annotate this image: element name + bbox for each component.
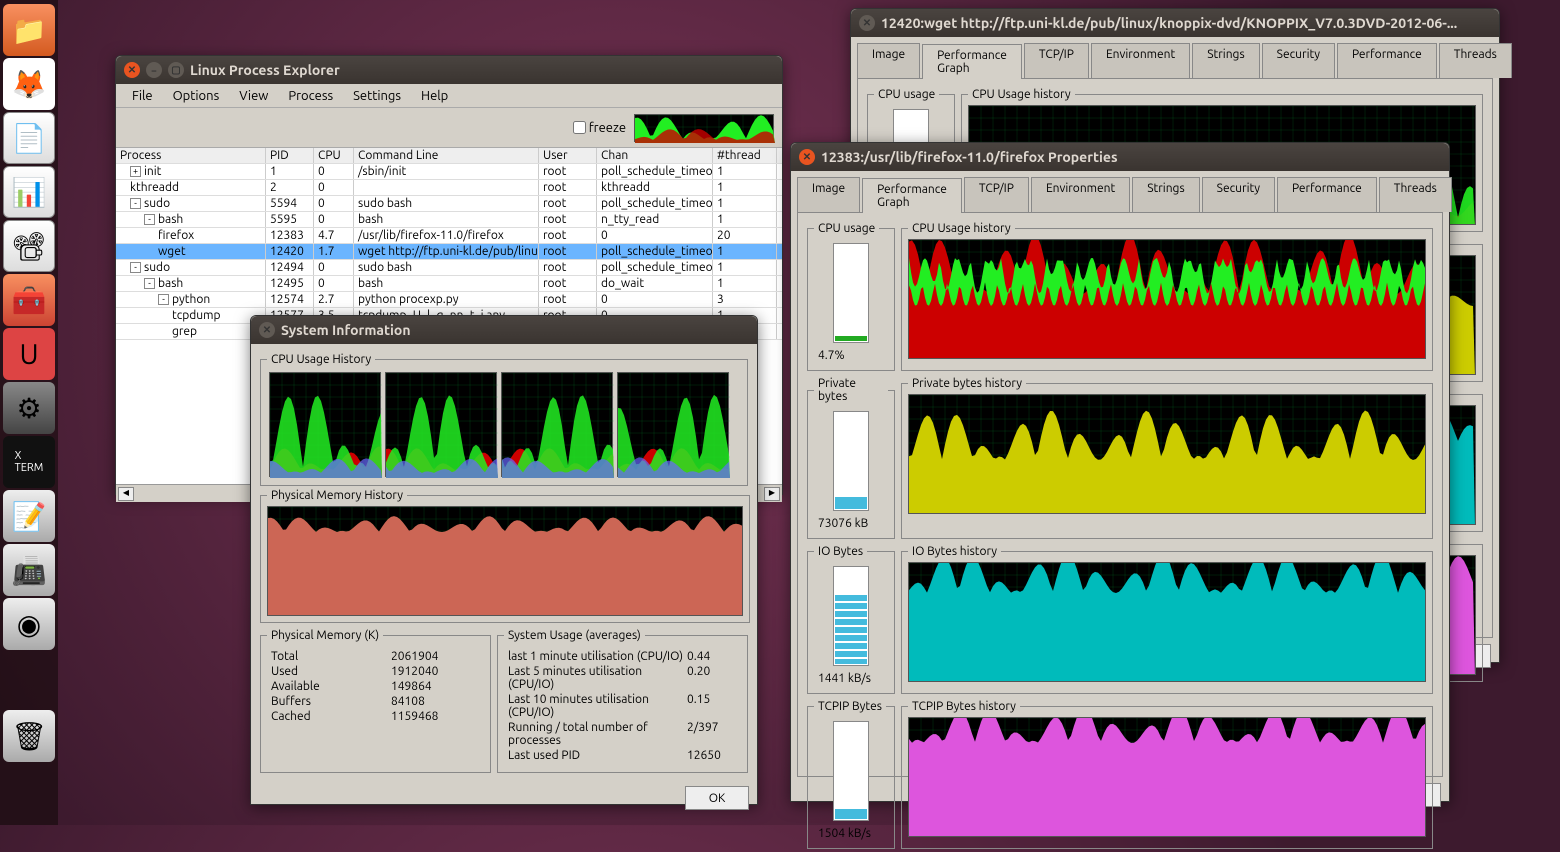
menu-options[interactable]: Options xyxy=(163,86,230,106)
launcher-item-calc[interactable]: 📊 xyxy=(3,166,55,218)
window-firefox-props: ✕ 12383:/usr/lib/firefox-11.0/firefox Pr… xyxy=(790,142,1450,802)
iobytes-history: IO Bytes history xyxy=(901,545,1433,694)
titlebar[interactable]: ✕ 12420:wget http://ftp.uni-kl.de/pub/li… xyxy=(851,9,1499,37)
menu-help[interactable]: Help xyxy=(411,86,458,106)
table-row[interactable]: -bash55950bashrootn_tty_read1 xyxy=(116,212,782,228)
privbytes-meter: Private bytes73076 kB xyxy=(807,377,895,539)
launcher-item-impress[interactable]: 📽 xyxy=(3,220,55,272)
tab-env[interactable]: Environment xyxy=(1031,177,1130,212)
memory-history: Physical Memory History xyxy=(260,489,750,623)
close-icon[interactable]: ✕ xyxy=(259,322,275,338)
tabs: Image Performance Graph TCP/IP Environme… xyxy=(791,171,1449,212)
titlebar[interactable]: ✕ System Information xyxy=(251,316,757,344)
titlebar[interactable]: ✕ 12383:/usr/lib/firefox-11.0/firefox Pr… xyxy=(791,143,1449,171)
launcher-item-editor[interactable]: 📝 xyxy=(3,490,55,542)
titlebar[interactable]: ✕ − ▢ Linux Process Explorer xyxy=(116,56,782,84)
minimize-icon[interactable]: − xyxy=(146,62,162,78)
scroll-right-icon[interactable]: ▶ xyxy=(764,487,780,501)
window-title: 12420:wget http://ftp.uni-kl.de/pub/linu… xyxy=(881,15,1457,31)
window-system-info: ✕ System Information CPU Usage History P… xyxy=(250,315,758,805)
launcher-item-software[interactable]: 🧰 xyxy=(3,274,55,326)
freeze-checkbox[interactable]: freeze xyxy=(573,121,626,135)
tab-perf[interactable]: Performance xyxy=(1277,177,1377,212)
tab-security[interactable]: Security xyxy=(1202,177,1275,212)
system-stats: System Usage (averages)last 1 minute uti… xyxy=(497,629,748,773)
table-row[interactable]: -python125742.7python procexp.pyroot03 xyxy=(116,292,782,308)
toolbar: freeze xyxy=(116,108,782,148)
launcher-item-scanner[interactable]: 📠 xyxy=(3,544,55,596)
tcpbytes-history: TCPIP Bytes history xyxy=(901,700,1433,849)
table-row[interactable]: wget124201.7wget http://ftp.uni-kl.de/pu… xyxy=(116,244,782,260)
tab-perf[interactable]: Performance xyxy=(1337,43,1437,78)
menubar: File Options View Process Settings Help xyxy=(116,84,782,108)
tab-threads[interactable]: Threads xyxy=(1379,177,1452,212)
scroll-left-icon[interactable]: ◀ xyxy=(118,487,134,501)
tab-perfgraph[interactable]: Performance Graph xyxy=(922,44,1022,79)
launcher-item-files[interactable]: 📁 xyxy=(3,4,55,56)
close-icon[interactable]: ✕ xyxy=(799,149,815,165)
tab-tcpip[interactable]: TCP/IP xyxy=(1024,43,1089,78)
cpu-sparkline xyxy=(634,114,774,142)
tab-tcpip[interactable]: TCP/IP xyxy=(964,177,1029,212)
menu-file[interactable]: File xyxy=(122,86,163,106)
table-row[interactable]: kthreadd20rootkthreadd1 xyxy=(116,180,782,196)
cpu-meter: CPU usage4.7% xyxy=(807,222,895,371)
tab-strings[interactable]: Strings xyxy=(1192,43,1259,78)
memory-stats: Physical Memory (K)Total2061904Used19120… xyxy=(260,629,491,773)
tab-strings[interactable]: Strings xyxy=(1132,177,1199,212)
tab-env[interactable]: Environment xyxy=(1091,43,1190,78)
menu-settings[interactable]: Settings xyxy=(343,86,411,106)
launcher-item-ubuntuone[interactable]: U xyxy=(3,328,55,380)
tab-threads[interactable]: Threads xyxy=(1439,43,1512,78)
table-row[interactable]: -sudo55940sudo bashrootpoll_schedule_tim… xyxy=(116,196,782,212)
launcher-item-trash[interactable]: 🗑 xyxy=(3,710,55,762)
launcher-item-writer[interactable]: 📄 xyxy=(3,112,55,164)
window-title: 12383:/usr/lib/firefox-11.0/firefox Prop… xyxy=(821,149,1118,165)
iobytes-meter: IO Bytes1441 kB/s xyxy=(807,545,895,694)
close-icon[interactable]: ✕ xyxy=(859,15,875,31)
tab-security[interactable]: Security xyxy=(1262,43,1335,78)
launcher-item-settings[interactable]: ⚙ xyxy=(3,382,55,434)
privbytes-history: Private bytes history xyxy=(901,377,1433,539)
window-title: Linux Process Explorer xyxy=(190,62,340,78)
launcher-item-firefox[interactable]: 🦊 xyxy=(3,58,55,110)
tab-image[interactable]: Image xyxy=(857,43,920,78)
table-row[interactable]: +init10/sbin/initrootpoll_schedule_timeo… xyxy=(116,164,782,180)
close-icon[interactable]: ✕ xyxy=(124,62,140,78)
menu-process[interactable]: Process xyxy=(278,86,343,106)
table-row[interactable]: firefox123834.7/usr/lib/firefox-11.0/fir… xyxy=(116,228,782,244)
cpu-history: CPU Usage history xyxy=(901,222,1433,371)
launcher-item-xterm[interactable]: XTERM xyxy=(3,436,55,488)
menu-view[interactable]: View xyxy=(229,86,278,106)
window-title: System Information xyxy=(281,322,411,338)
tab-image[interactable]: Image xyxy=(797,177,860,212)
cpu-history: CPU Usage History xyxy=(260,353,748,486)
ok-button[interactable]: OK xyxy=(685,786,749,810)
launcher-item-eclipse[interactable]: ◉ xyxy=(3,598,55,650)
process-table-header: ProcessPIDCPUCommand LineUserChan#thread xyxy=(116,148,782,164)
tabs: Image Performance Graph TCP/IP Environme… xyxy=(851,37,1499,78)
tab-perfgraph[interactable]: Performance Graph xyxy=(862,178,962,213)
tcpbytes-meter: TCPIP Bytes1504 kB/s xyxy=(807,700,895,849)
maximize-icon[interactable]: ▢ xyxy=(168,62,184,78)
launcher: 📁 🦊 📄 📊 📽 🧰 U ⚙ XTERM 📝 📠 ◉ 🗑 xyxy=(0,0,58,825)
table-row[interactable]: -sudo124940sudo bashrootpoll_schedule_ti… xyxy=(116,260,782,276)
table-row[interactable]: -bash124950bashrootdo_wait1 xyxy=(116,276,782,292)
